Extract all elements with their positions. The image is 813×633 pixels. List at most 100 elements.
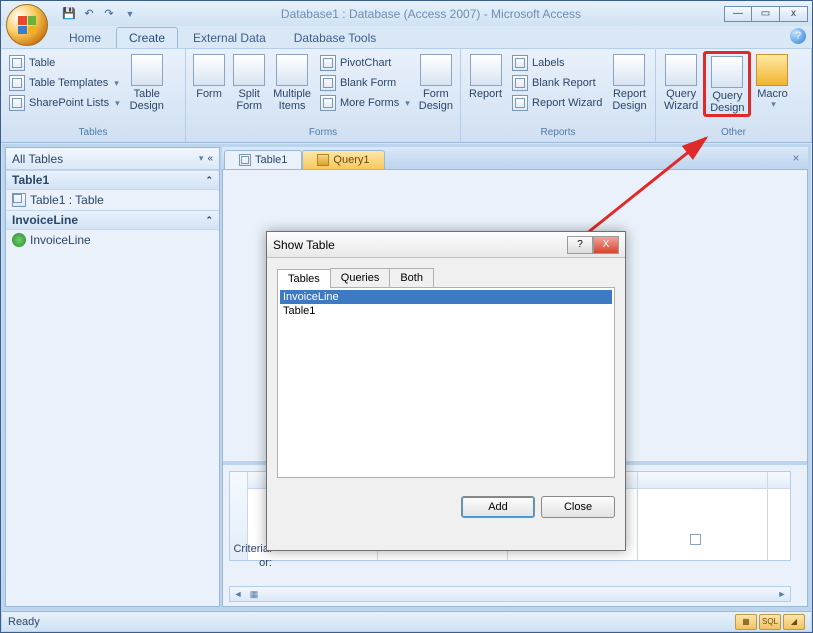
nav-group-invoiceline[interactable]: InvoiceLine⌃ — [6, 210, 219, 230]
group-label-forms: Forms — [189, 127, 457, 142]
table-icon — [12, 193, 26, 207]
tab-database-tools[interactable]: Database Tools — [281, 27, 390, 48]
split-form-button[interactable]: Split Form — [229, 51, 269, 113]
blank-report-button[interactable]: Blank Report — [507, 73, 607, 93]
label: Table Templates — [29, 77, 108, 89]
doc-tab-table1[interactable]: Table1 — [224, 150, 302, 169]
table-button[interactable]: Table — [4, 53, 125, 73]
navigation-pane: All Tables ▾« Table1⌃ Table1 : Table Inv… — [5, 147, 220, 607]
tab-external-data[interactable]: External Data — [180, 27, 279, 48]
nav-item-table1[interactable]: Table1 : Table — [6, 190, 219, 210]
blank-form-button[interactable]: Blank Form — [315, 73, 415, 93]
table-templates-icon — [9, 75, 25, 91]
close-document-button[interactable]: × — [788, 150, 804, 166]
sharepoint-lists-button[interactable]: SharePoint Lists▾ — [4, 93, 125, 113]
close-button[interactable]: Close — [541, 496, 615, 518]
add-button[interactable]: Add — [461, 496, 535, 518]
labels-button[interactable]: Labels — [507, 53, 607, 73]
horizontal-scrollbar[interactable]: ◄ ▦ ► — [229, 586, 791, 602]
app-window: 💾 ↶ ↷ ▼ Database1 : Database (Access 200… — [0, 0, 813, 633]
report-design-button[interactable]: Report Design — [607, 51, 651, 113]
multiple-items-button[interactable]: Multiple Items — [269, 51, 315, 113]
show-checkbox[interactable] — [690, 534, 701, 545]
table-design-button[interactable]: Table Design — [125, 51, 169, 113]
nav-item-invoiceline[interactable]: InvoiceLine — [6, 230, 219, 250]
sharepoint-icon — [9, 95, 25, 111]
label: Query Design — [710, 90, 744, 114]
minimize-button[interactable]: — — [724, 6, 752, 22]
dialog-tab-tables[interactable]: Tables — [277, 269, 331, 288]
record-selector-icon[interactable]: ▦ — [246, 587, 262, 601]
table-icon — [9, 55, 25, 71]
scroll-left-icon[interactable]: ◄ — [230, 587, 246, 601]
tab-home[interactable]: Home — [56, 27, 114, 48]
dialog-titlebar[interactable]: Show Table ? X — [267, 232, 625, 258]
save-icon[interactable]: 💾 — [60, 5, 78, 23]
multiple-items-icon — [276, 54, 308, 86]
list-item[interactable]: InvoiceLine — [280, 290, 612, 304]
label: Query Wizard — [664, 88, 698, 112]
more-forms-button[interactable]: More Forms▾ — [315, 93, 415, 113]
tab-create[interactable]: Create — [116, 27, 178, 48]
pivotchart-icon — [320, 55, 336, 71]
group-label-other: Other — [659, 127, 808, 142]
shutter-button[interactable]: « — [207, 153, 213, 164]
label: Report Wizard — [532, 97, 602, 109]
report-button[interactable]: Report — [464, 51, 507, 101]
window-title: Database1 : Database (Access 2007) - Mic… — [138, 7, 724, 21]
label: Table Design — [130, 88, 164, 112]
query-wizard-icon — [665, 54, 697, 86]
query-design-button[interactable]: Query Design — [703, 51, 751, 117]
chevron-down-icon[interactable]: ▾ — [199, 153, 204, 164]
labels-icon — [512, 55, 528, 71]
close-button[interactable]: x — [780, 6, 808, 22]
dialog-title: Show Table — [273, 238, 335, 252]
help-icon[interactable]: ? — [790, 28, 806, 44]
table-templates-button[interactable]: Table Templates▾ — [4, 73, 125, 93]
dialog-tab-queries[interactable]: Queries — [330, 268, 391, 287]
dialog-tab-both[interactable]: Both — [389, 268, 434, 287]
label: Labels — [532, 57, 564, 69]
nav-header[interactable]: All Tables ▾« — [6, 148, 219, 170]
label: SharePoint Lists — [29, 97, 109, 109]
datasheet-view-button[interactable]: ▦ — [735, 614, 757, 630]
grid-row-labels: Criteria: Criteria: or: — [224, 528, 272, 570]
nav-group-table1[interactable]: Table1⌃ — [6, 170, 219, 190]
doc-tab-query1[interactable]: Query1 — [302, 150, 384, 169]
maximize-button[interactable]: ▭ — [752, 6, 780, 22]
qat-customize-icon[interactable]: ▼ — [120, 5, 138, 23]
label: Form — [196, 88, 222, 100]
office-button[interactable] — [6, 4, 48, 46]
report-wizard-button[interactable]: Report Wizard — [507, 93, 607, 113]
linked-table-icon — [12, 233, 26, 247]
blank-report-icon — [512, 75, 528, 91]
titlebar: 💾 ↶ ↷ ▼ Database1 : Database (Access 200… — [1, 1, 812, 26]
nav-header-label: All Tables — [12, 152, 63, 166]
macro-button[interactable]: Macro▾ — [751, 51, 793, 111]
query-wizard-button[interactable]: Query Wizard — [659, 51, 703, 113]
label-criteria: Criteria: — [224, 542, 272, 556]
dialog-help-button[interactable]: ? — [567, 236, 593, 254]
group-label-reports: Reports — [464, 127, 652, 142]
dialog-close-button[interactable]: X — [593, 236, 619, 254]
collapse-icon[interactable]: ⌃ — [205, 175, 213, 186]
redo-icon[interactable]: ↷ — [100, 5, 118, 23]
undo-icon[interactable]: ↶ — [80, 5, 98, 23]
sql-view-button[interactable]: SQL — [759, 614, 781, 630]
report-wizard-icon — [512, 95, 528, 111]
form-icon — [193, 54, 225, 86]
scroll-right-icon[interactable]: ► — [774, 587, 790, 601]
design-view-button[interactable]: ◢ — [783, 614, 805, 630]
label: PivotChart — [340, 57, 391, 69]
dialog-table-list[interactable]: InvoiceLine Table1 — [277, 288, 615, 478]
label: Multiple Items — [273, 88, 311, 112]
list-item[interactable]: Table1 — [280, 304, 612, 318]
label: Report — [469, 88, 502, 100]
form-design-button[interactable]: Form Design — [415, 51, 457, 113]
collapse-icon[interactable]: ⌃ — [205, 215, 213, 226]
dialog-tabs: Tables Queries Both — [277, 268, 615, 288]
label: Report Design — [612, 88, 646, 112]
query-icon — [317, 154, 329, 166]
form-button[interactable]: Form — [189, 51, 229, 101]
pivotchart-button[interactable]: PivotChart — [315, 53, 415, 73]
